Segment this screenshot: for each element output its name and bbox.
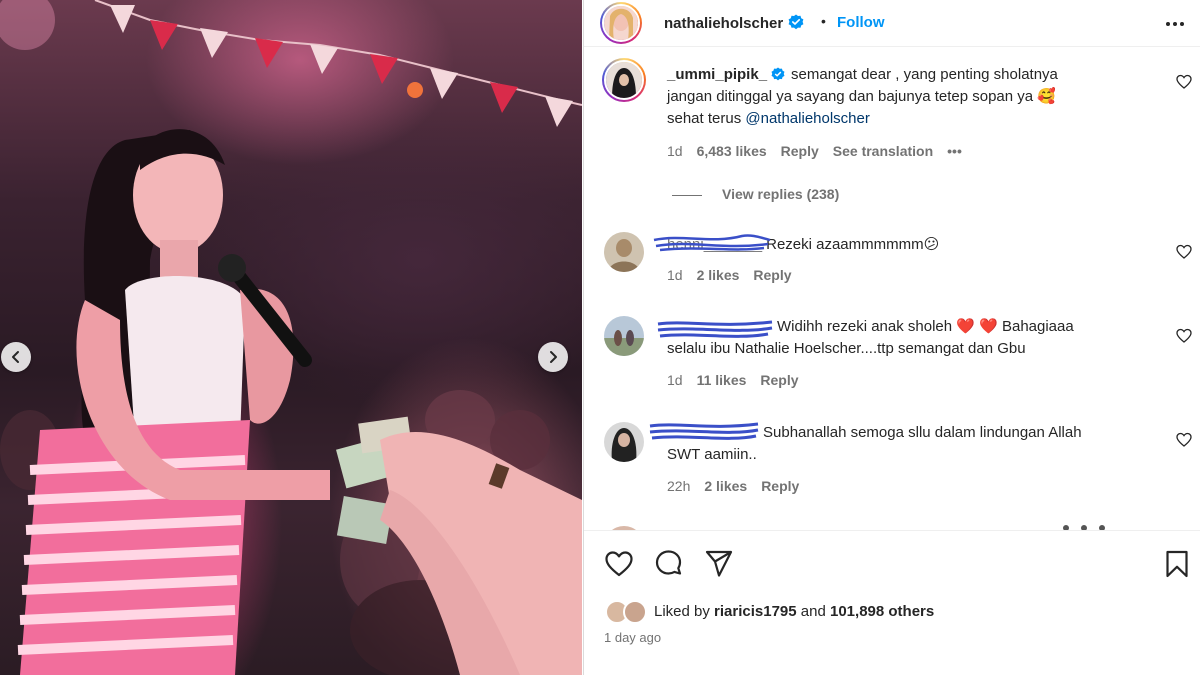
more-options-icon[interactable] <box>1162 11 1188 37</box>
commenter-avatar[interactable] <box>604 316 644 356</box>
liked-by-user-link[interactable]: riaricis1795 <box>714 603 797 620</box>
liked-by-label: Liked by <box>654 603 715 620</box>
comment-meta: 1d 11 likes Reply <box>667 372 813 388</box>
comment-meta: 1d 6,483 likes Reply See translation ••• <box>667 143 976 159</box>
author-username-text[interactable]: nathalieholscher <box>664 15 783 32</box>
comment-text: jangan ditinggal ya sayang dan bajunya t… <box>667 88 1034 105</box>
post-header: nathalieholscher • Follow <box>584 0 1200 47</box>
heart-icon[interactable] <box>604 549 634 579</box>
comment-time: 1d <box>667 143 683 159</box>
confused-emoji-icon: 😕 <box>923 236 940 253</box>
like-comment-heart-icon[interactable] <box>1176 74 1192 90</box>
chevron-right-icon <box>550 351 557 363</box>
reply-button[interactable]: Reply <box>781 143 819 159</box>
comment-text: sehat terus <box>667 110 746 127</box>
concert-photo <box>0 0 582 675</box>
header-separator: • <box>821 13 826 29</box>
comment-icon[interactable] <box>654 549 684 579</box>
verified-icon <box>788 14 804 30</box>
view-replies-button[interactable]: View replies (238) <box>672 186 839 202</box>
comment-text: Widihh rezeki anak sholeh <box>777 318 953 335</box>
follow-button[interactable]: Follow <box>837 14 885 31</box>
author-username[interactable]: nathalieholscher <box>664 14 804 32</box>
likes-count-link[interactable]: 101,898 others <box>830 603 934 620</box>
see-translation-link[interactable]: See translation <box>833 143 933 159</box>
author-avatar[interactable] <box>600 2 642 44</box>
reply-button[interactable]: Reply <box>760 372 798 388</box>
bunting-decoration <box>94 0 582 127</box>
chevron-left-icon <box>12 351 19 363</box>
liked-by-summary: Liked by riaricis1795 and 101,898 others <box>654 603 934 620</box>
comments-list[interactable]: _ummi_pipik_ semangat dear , yang penting… <box>584 48 1200 530</box>
comment-meta: 1d 2 likes Reply <box>667 267 806 283</box>
liked-by-avatars[interactable] <box>604 599 648 625</box>
smiling-emoji-icon: 🥰 <box>1037 88 1056 105</box>
comment-time: 22h <box>667 478 691 494</box>
redaction-scribble <box>657 320 773 338</box>
verified-icon <box>771 67 785 81</box>
comment-more-button[interactable]: ••• <box>947 143 962 159</box>
commenter-avatar[interactable] <box>604 232 644 272</box>
view-replies-label[interactable]: View replies (238) <box>722 186 839 202</box>
post-sidebar: nathalieholscher • Follow _ummi_pipik_se… <box>583 0 1200 675</box>
comment-text: SWT aamiin.. <box>667 446 757 463</box>
comment-text: Subhanallah semoga sllu dalam lindungan … <box>763 424 1082 441</box>
comment-text: Rezeki azaammmmmm <box>766 236 924 253</box>
reply-button[interactable]: Reply <box>753 267 791 283</box>
like-comment-heart-icon[interactable] <box>1176 432 1192 448</box>
comment-text: semangat dear , yang penting sholatnya <box>791 66 1058 83</box>
share-icon[interactable] <box>704 549 734 579</box>
bookmark-icon[interactable] <box>1162 549 1192 579</box>
comment-body: _ummi_pipik_ semangat dear , yang penting… <box>667 64 1107 130</box>
comment-meta: 22h 2 likes Reply <box>667 478 813 494</box>
like-comment-heart-icon[interactable] <box>1176 244 1192 260</box>
redaction-scribble <box>649 422 759 440</box>
mention-link[interactable]: @nathalieholscher <box>745 110 869 127</box>
liked-by-conjunction: and <box>796 603 830 620</box>
reply-button[interactable]: Reply <box>761 478 799 494</box>
like-comment-heart-icon[interactable] <box>1176 328 1192 344</box>
redaction-scribble <box>653 234 771 252</box>
comment-text: Bahagiaaa <box>1001 318 1074 335</box>
comment-likes[interactable]: 6,483 likes <box>697 143 767 159</box>
comment-likes[interactable]: 11 likes <box>697 372 747 388</box>
commenter-username[interactable]: _ummi_pipik_ <box>667 66 767 83</box>
comment-time: 1d <box>667 372 683 388</box>
red-hearts-emoji-icon: ❤️ ❤️ <box>956 318 998 335</box>
carousel-next-button[interactable] <box>538 342 568 372</box>
commenter-avatar[interactable] <box>604 422 644 462</box>
post-timestamp[interactable]: 1 day ago <box>604 630 661 645</box>
comment-text: selalu ibu Nathalie Hoelscher....ttp sem… <box>667 340 1026 357</box>
comment-time: 1d <box>667 267 683 283</box>
comment-likes[interactable]: 2 likes <box>697 267 740 283</box>
comment-likes[interactable]: 2 likes <box>704 478 747 494</box>
carousel-prev-button[interactable] <box>1 342 31 372</box>
commenter-avatar[interactable] <box>602 58 646 102</box>
post-media-photo[interactable] <box>0 0 582 675</box>
